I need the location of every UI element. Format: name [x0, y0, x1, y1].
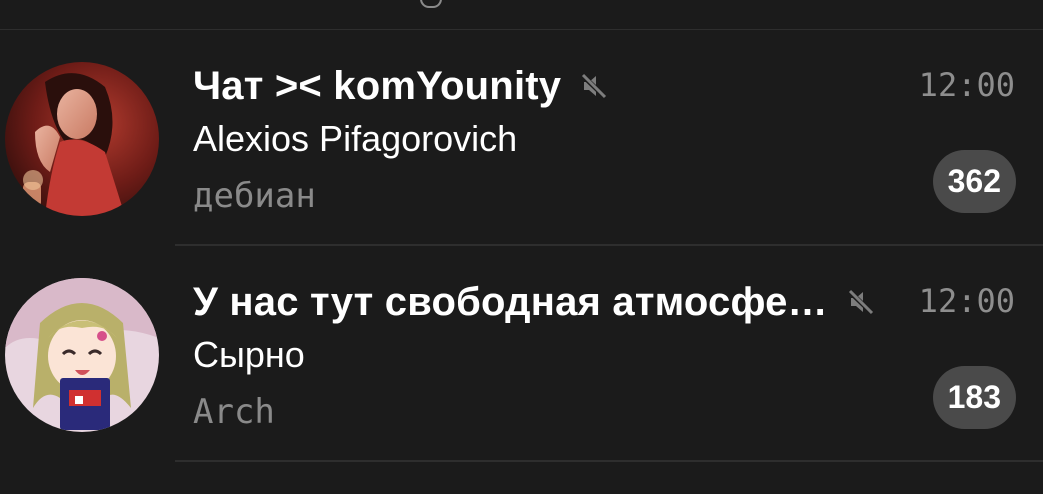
avatar[interactable] — [5, 278, 159, 432]
chat-preview: дебиан — [193, 176, 316, 216]
avatar[interactable] — [5, 62, 159, 216]
chat-sender: Сырно — [193, 334, 305, 375]
avatar-image — [5, 278, 159, 432]
chat-time: 12:00 — [918, 282, 1015, 320]
chat-row[interactable]: Чат >< komYounity 12:00 Alexios Pifagoro… — [0, 30, 1043, 246]
chat-time: 12:00 — [918, 66, 1015, 104]
chat-title: Чат >< komYounity — [193, 63, 562, 108]
unread-badge: 183 — [932, 366, 1016, 429]
muted-speaker-icon — [579, 71, 609, 101]
chat-preview: Arch — [193, 392, 275, 432]
chat-sender: Alexios Pifagorovich — [193, 118, 518, 159]
chat-title: У нас тут свободная атмосфе… — [193, 279, 828, 324]
unread-badge: 362 — [932, 150, 1016, 213]
avatar-image — [5, 62, 159, 216]
chat-row[interactable]: У нас тут свободная атмосфе… 12:00 Сырно… — [0, 246, 1043, 462]
divider — [175, 460, 1043, 462]
muted-speaker-icon — [846, 287, 876, 317]
chat-title-line: У нас тут свободная атмосфе… — [193, 276, 876, 328]
partial-glyph — [420, 0, 442, 8]
chat-list: Чат >< komYounity 12:00 Alexios Pifagoro… — [0, 0, 1043, 494]
chat-title-line: Чат >< komYounity — [193, 60, 609, 112]
